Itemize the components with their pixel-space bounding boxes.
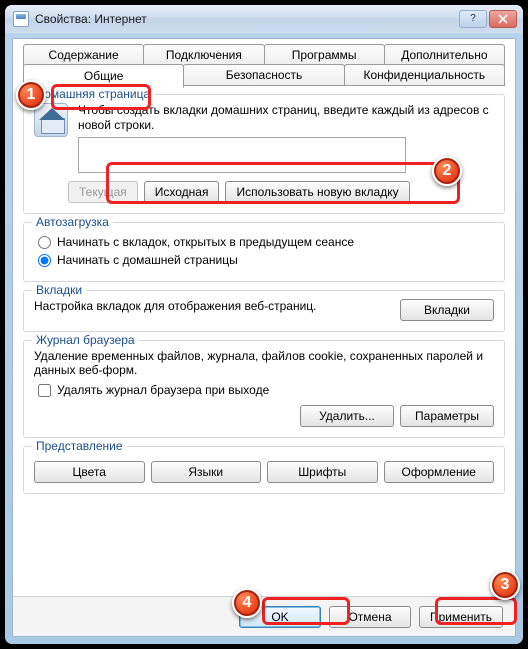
colors-button[interactable]: Цвета — [34, 461, 145, 483]
group-history: Журнал браузера Удаление временных файло… — [23, 340, 505, 438]
tab-privacy[interactable]: Конфиденциальность — [344, 64, 505, 86]
close-button[interactable] — [489, 10, 517, 28]
window-chrome: Свойства: Интернет ? Содержание Подключе… — [5, 5, 523, 644]
tab-connections[interactable]: Подключения — [143, 44, 264, 66]
home-url-input[interactable] — [78, 137, 406, 173]
tab-general[interactable]: Общие — [23, 64, 184, 88]
startup-label-lasttabs: Начинать с вкладок, открытых в предыдуще… — [57, 235, 354, 249]
group-startup-legend: Автозагрузка — [32, 215, 113, 229]
annotation-1: 1 — [16, 80, 46, 110]
history-settings-button[interactable]: Параметры — [400, 405, 494, 427]
use-default-button[interactable]: Исходная — [144, 181, 220, 203]
fonts-button[interactable]: Шрифты — [267, 461, 378, 483]
tab-security[interactable]: Безопасность — [183, 64, 344, 86]
startup-radio-home[interactable] — [38, 254, 51, 267]
group-tabs: Вкладки Настройка вкладок для отображени… — [23, 290, 505, 332]
startup-radio-lasttabs[interactable] — [38, 236, 51, 249]
group-home: Домашняя страница Чтобы создать вкладки … — [23, 94, 505, 214]
group-tabs-legend: Вкладки — [32, 283, 86, 297]
delete-on-exit-checkbox[interactable] — [38, 384, 51, 397]
window-title: Свойства: Интернет — [35, 12, 453, 26]
group-appearance-legend: Представление — [32, 439, 127, 453]
startup-option-lasttabs[interactable]: Начинать с вкладок, открытых в предыдуще… — [38, 235, 494, 249]
tab-advanced[interactable]: Дополнительно — [384, 44, 505, 66]
tab-strip: Содержание Подключения Программы Дополни… — [23, 44, 505, 88]
use-current-button: Текущая — [68, 181, 138, 203]
annotation-2: 2 — [432, 156, 462, 186]
use-newtab-button[interactable]: Использовать новую вкладку — [225, 181, 409, 203]
history-description: Удаление временных файлов, журнала, файл… — [34, 349, 494, 377]
delete-on-exit-label: Удалять журнал браузера при выходе — [57, 383, 269, 397]
cancel-button[interactable]: Отмена — [329, 606, 411, 628]
internet-options-icon — [13, 11, 29, 27]
home-description: Чтобы создать вкладки домашних страниц, … — [78, 103, 494, 133]
group-history-legend: Журнал браузера — [32, 333, 139, 347]
delete-history-button[interactable]: Удалить... — [300, 405, 394, 427]
languages-button[interactable]: Языки — [151, 461, 262, 483]
tabs-settings-button[interactable]: Вкладки — [400, 299, 494, 321]
tab-programs[interactable]: Программы — [264, 44, 385, 66]
tabs-description: Настройка вкладок для отображения веб-ст… — [34, 299, 390, 313]
accessibility-button[interactable]: Оформление — [384, 461, 495, 483]
delete-on-exit-option[interactable]: Удалять журнал браузера при выходе — [38, 383, 494, 397]
annotation-3: 3 — [490, 570, 520, 600]
startup-label-home: Начинать с домашней страницы — [57, 253, 238, 267]
group-home-legend: Домашняя страница — [32, 87, 154, 101]
apply-button[interactable]: Применить — [419, 606, 503, 628]
group-startup: Автозагрузка Начинать с вкладок, открыты… — [23, 222, 505, 282]
dialog-footer: OK Отмена Применить — [13, 596, 515, 636]
group-appearance: Представление Цвета Языки Шрифты Оформле… — [23, 446, 505, 494]
help-button[interactable]: ? — [459, 10, 487, 28]
titlebar[interactable]: Свойства: Интернет ? — [5, 5, 523, 33]
startup-option-home[interactable]: Начинать с домашней страницы — [38, 253, 494, 267]
annotation-4: 4 — [232, 588, 262, 618]
tab-content[interactable]: Содержание — [23, 44, 144, 66]
home-icon — [34, 103, 68, 137]
dialog-body: Содержание Подключения Программы Дополни… — [12, 38, 516, 637]
